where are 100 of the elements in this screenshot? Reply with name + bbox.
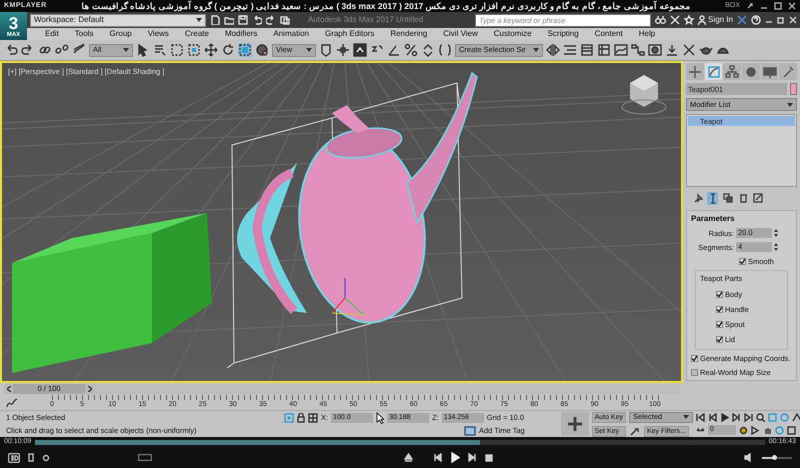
mirror-icon[interactable]	[546, 43, 560, 57]
help-icon[interactable]	[751, 15, 761, 25]
checkbox[interactable]	[716, 336, 723, 344]
undo-icon[interactable]	[252, 15, 262, 25]
stack-tool[interactable]	[752, 192, 763, 204]
cursor-icon[interactable]	[136, 43, 150, 57]
restore-icon[interactable]	[777, 16, 785, 24]
layer-manager-icon[interactable]	[580, 43, 594, 57]
menu-item[interactable]: Edit	[37, 28, 67, 40]
previous-frame-button[interactable]	[4, 384, 13, 394]
rollout-title[interactable]: Parameters	[691, 212, 792, 224]
binoculars-icon[interactable]	[655, 15, 666, 25]
settings-icon[interactable]	[42, 454, 50, 462]
pin-icon[interactable]	[746, 2, 754, 10]
percent-snap-icon[interactable]	[404, 43, 418, 57]
close-icon[interactable]	[788, 2, 796, 10]
play-options-icon[interactable]	[751, 426, 760, 434]
next-icon[interactable]	[468, 453, 476, 462]
angle-snap-icon[interactable]	[387, 43, 401, 57]
go-to-start-icon[interactable]	[696, 413, 705, 422]
viewcube-icon[interactable]	[622, 75, 666, 114]
rotate-icon[interactable]	[221, 43, 235, 57]
panel-tab[interactable]	[779, 63, 798, 80]
panel-tab[interactable]	[723, 63, 742, 80]
new-file-icon[interactable]	[210, 15, 220, 25]
checkbox[interactable]	[716, 321, 723, 328]
axis-tripod-icon	[332, 278, 364, 316]
teapot-drawing[interactable]	[237, 72, 478, 324]
stack-tool[interactable]	[737, 192, 748, 204]
lock-icon[interactable]	[297, 412, 305, 423]
seek-bar[interactable]	[35, 440, 765, 444]
menu-item[interactable]: Views	[140, 28, 177, 40]
close-icon[interactable]	[789, 16, 797, 24]
scene-explorer-icon[interactable]	[597, 43, 611, 57]
workspace-dropdown[interactable]: Workspace: Default	[30, 14, 206, 26]
zoom-icon[interactable]	[756, 413, 765, 422]
menu-item[interactable]: Rendering	[382, 28, 436, 40]
panel-tab[interactable]	[742, 63, 760, 80]
material-editor-icon[interactable]	[648, 43, 662, 57]
window-crossing-icon[interactable]	[187, 43, 201, 57]
menu-item[interactable]: Tools	[66, 28, 102, 40]
rectangle-selection-icon[interactable]	[170, 43, 184, 57]
panel-tab[interactable]	[760, 63, 778, 80]
folder-icon[interactable]	[224, 15, 234, 25]
stop-icon[interactable]	[484, 454, 492, 462]
eject-icon[interactable]	[404, 453, 412, 462]
3d-mode-icon[interactable]	[8, 452, 20, 462]
menu-item[interactable]: Graph Editors	[316, 28, 382, 40]
next-frame-icon[interactable]	[732, 413, 741, 422]
panel-tab[interactable]	[704, 63, 722, 80]
checkbox[interactable]	[691, 354, 698, 362]
curve-editor-icon[interactable]	[6, 398, 18, 408]
project-icon[interactable]	[280, 15, 290, 25]
checkbox[interactable]	[739, 258, 746, 266]
stack-tool[interactable]	[707, 192, 718, 204]
menu-item[interactable]: Create	[176, 28, 217, 40]
spinner-icon[interactable]	[774, 243, 778, 252]
previous-frame-icon[interactable]	[708, 413, 717, 422]
volume-thumb[interactable]	[772, 454, 777, 460]
curve-editor-icon[interactable]	[614, 43, 628, 57]
star-icon[interactable]	[684, 15, 694, 25]
phone-icon[interactable]	[28, 453, 34, 462]
scale-icon[interactable]	[238, 43, 252, 57]
next-frame-button[interactable]	[85, 384, 94, 394]
checkbox[interactable]	[691, 368, 698, 376]
copies-icon	[722, 192, 732, 204]
menu-item[interactable]: Group	[101, 28, 140, 40]
maximize-icon[interactable]	[774, 2, 782, 10]
spinner-snap-icon[interactable]	[421, 43, 435, 57]
menu-item[interactable]: Help	[630, 28, 664, 40]
stack-tool[interactable]	[692, 192, 703, 204]
menu-item[interactable]: Content	[586, 28, 631, 40]
menu-item[interactable]: Civil View	[435, 28, 486, 40]
checkbox[interactable]	[716, 290, 723, 298]
menu-item[interactable]: Modifiers	[216, 28, 266, 40]
stack-tool[interactable]	[722, 192, 733, 204]
cube-drawing[interactable]	[12, 213, 212, 373]
redo-icon[interactable]	[266, 15, 276, 25]
move-icon[interactable]	[204, 43, 218, 57]
render-setup-icon[interactable]	[665, 43, 679, 57]
menu-item[interactable]: Animation	[265, 28, 317, 40]
previous-icon[interactable]	[432, 453, 442, 462]
play-icon[interactable]	[720, 413, 729, 422]
menu-item[interactable]: Customize	[486, 28, 540, 40]
go-to-end-icon[interactable]	[744, 413, 753, 422]
schematic-icon[interactable]	[631, 43, 645, 57]
time-tag-icon[interactable]	[464, 426, 476, 436]
align-icon[interactable]	[563, 43, 577, 57]
panel-tab[interactable]	[686, 63, 704, 80]
menu-item[interactable]: Scripting	[540, 28, 587, 40]
key-icon[interactable]	[629, 426, 641, 436]
set-keys-button[interactable]	[560, 412, 589, 436]
spinner-icon[interactable]	[774, 229, 778, 238]
color-swatch[interactable]	[790, 83, 797, 95]
sign-in-link[interactable]: Sign In	[698, 14, 733, 26]
save-icon[interactable]	[238, 15, 248, 25]
manipulate-icon[interactable]	[336, 43, 350, 57]
checkbox[interactable]	[716, 306, 723, 313]
select-by-name-icon[interactable]	[153, 43, 167, 57]
sphere-icon[interactable]	[255, 43, 269, 57]
